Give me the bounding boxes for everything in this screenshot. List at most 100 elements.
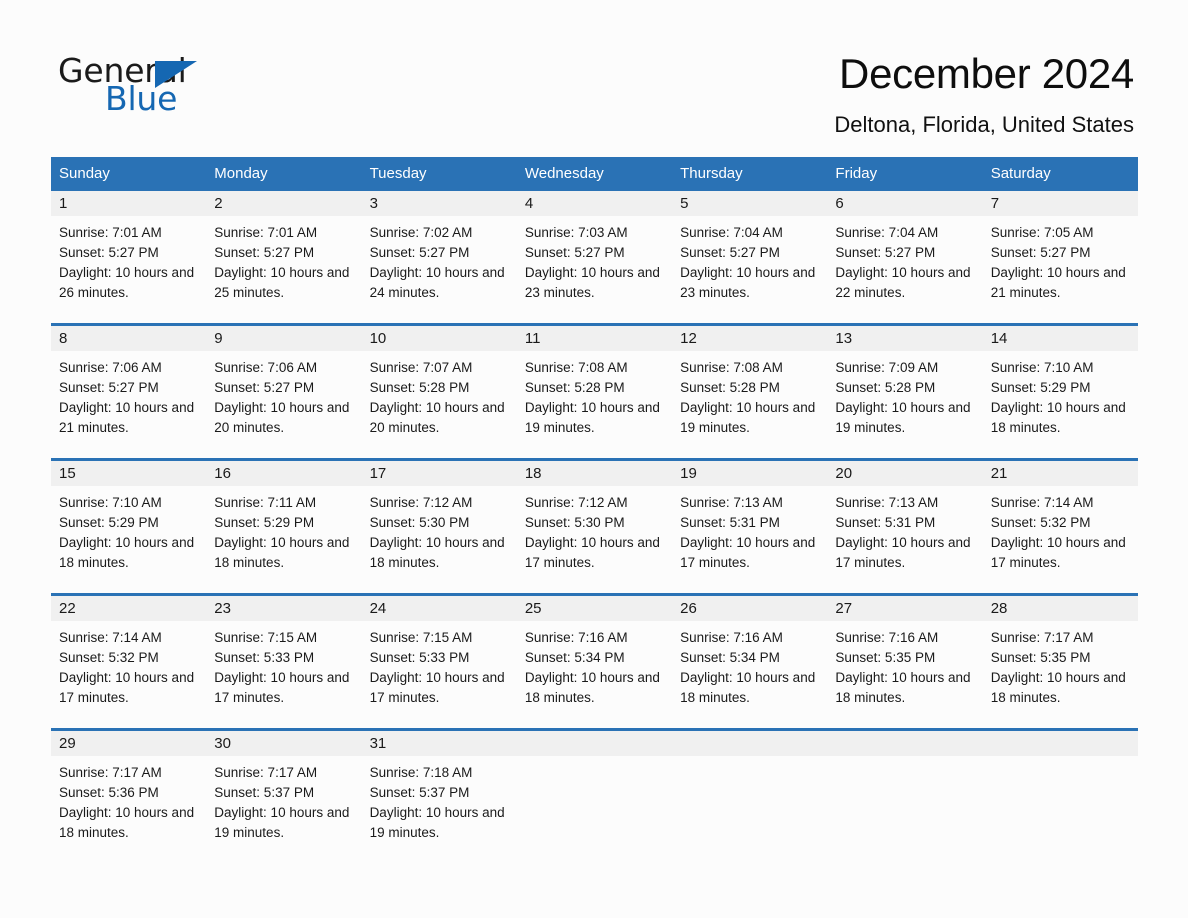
calendar-day-cell[interactable]: 6 Sunrise: 7:04 AM Sunset: 5:27 PM Daylight…	[827, 191, 983, 325]
sunset-text: Sunset: 5:29 PM	[214, 515, 315, 530]
day-number: 27	[827, 596, 983, 621]
calendar-cell-inner: 8 Sunrise: 7:06 AM Sunset: 5:27 PM Daylight…	[51, 326, 207, 458]
day-details: Sunrise: 7:07 AM Sunset: 5:28 PM Daylight:…	[362, 351, 517, 438]
daylight-text: Daylight: 10 hours and 18 minutes.	[214, 535, 350, 570]
day-number: 20	[827, 461, 983, 486]
calendar-day-cell[interactable]: 21 Sunrise: 7:14 AM Sunset: 5:32 PM Dayligh…	[982, 458, 1138, 595]
calendar-day-cell[interactable]: 23 Sunrise: 7:15 AM Sunset: 5:33 PM Dayligh…	[206, 593, 362, 730]
calendar-day-cell[interactable]: 29 Sunrise: 7:17 AM Sunset: 5:36 PM Dayligh…	[51, 728, 207, 863]
calendar-day-cell[interactable]: 13 Sunrise: 7:09 AM Sunset: 5:28 PM Dayligh…	[827, 323, 983, 460]
day-details: Sunrise: 7:17 AM Sunset: 5:35 PM Daylight:…	[983, 621, 1138, 708]
weekday-header-thursday: Thursday	[672, 157, 828, 191]
day-number: 30	[206, 731, 362, 756]
daylight-text: Daylight: 10 hours and 21 minutes.	[59, 400, 195, 435]
sunrise-text: Sunrise: 7:01 AM	[59, 225, 162, 240]
calendar-day-cell[interactable]: 7 Sunrise: 7:05 AM Sunset: 5:27 PM Daylight…	[982, 191, 1138, 325]
daylight-text: Daylight: 10 hours and 18 minutes.	[59, 535, 195, 570]
calendar-day-cell[interactable]: 25 Sunrise: 7:16 AM Sunset: 5:34 PM Dayligh…	[516, 593, 673, 730]
day-details: Sunrise: 7:15 AM Sunset: 5:33 PM Daylight:…	[362, 621, 517, 708]
calendar-day-cell[interactable]: 1 Sunrise: 7:01 AM Sunset: 5:27 PM Daylight…	[51, 191, 207, 325]
day-number: 12	[672, 326, 828, 351]
sunrise-text: Sunrise: 7:08 AM	[524, 360, 628, 375]
calendar-day-cell[interactable]: 3 Sunrise: 7:02 AM Sunset: 5:27 PM Daylight…	[361, 191, 517, 325]
general-blue-logo[interactable]: General Blue	[58, 52, 358, 132]
sunrise-text: Sunrise: 7:16 AM	[835, 630, 939, 645]
sunrise-text: Sunrise: 7:13 AM	[835, 495, 939, 510]
calendar-day-cell[interactable]: 28 Sunrise: 7:17 AM Sunset: 5:35 PM Dayligh…	[982, 593, 1138, 730]
calendar-day-cell[interactable]: 19 Sunrise: 7:13 AM Sunset: 5:31 PM Dayligh…	[672, 458, 828, 595]
day-details: Sunrise: 7:03 AM Sunset: 5:27 PM Daylight:…	[517, 216, 672, 303]
sunrise-text: Sunrise: 7:07 AM	[369, 360, 473, 375]
sunrise-text: Sunrise: 7:17 AM	[214, 765, 318, 780]
calendar-day-cell[interactable]: 8 Sunrise: 7:06 AM Sunset: 5:27 PM Daylight…	[51, 323, 207, 460]
daylight-text: Daylight: 10 hours and 26 minutes.	[59, 265, 195, 300]
calendar-day-cell[interactable]: 27 Sunrise: 7:16 AM Sunset: 5:35 PM Dayligh…	[827, 593, 983, 730]
calendar-day-cell[interactable]: 9 Sunrise: 7:06 AM Sunset: 5:27 PM Daylight…	[206, 323, 362, 460]
calendar-day-cell[interactable]: 12 Sunrise: 7:08 AM Sunset: 5:28 PM Dayligh…	[672, 323, 828, 460]
daylight-text: Daylight: 10 hours and 18 minutes.	[680, 670, 816, 705]
calendar-day-cell[interactable]: 20 Sunrise: 7:13 AM Sunset: 5:31 PM Dayligh…	[827, 458, 983, 595]
day-number: 23	[206, 596, 362, 621]
sunrise-text: Sunrise: 7:08 AM	[680, 360, 783, 375]
weekday-header-friday: Friday	[827, 157, 983, 191]
calendar-cell-inner	[827, 731, 983, 863]
calendar-day-cell[interactable]: 14 Sunrise: 7:10 AM Sunset: 5:29 PM Dayligh…	[982, 323, 1138, 460]
weekday-header-sunday: Sunday	[51, 157, 207, 191]
calendar-day-cell[interactable]: 5 Sunrise: 7:04 AM Sunset: 5:27 PM Daylight…	[672, 191, 828, 325]
calendar-cell-empty	[672, 728, 828, 863]
calendar-day-cell[interactable]: 17 Sunrise: 7:12 AM Sunset: 5:30 PM Dayligh…	[361, 458, 517, 595]
calendar-cell-empty	[516, 728, 673, 863]
calendar-day-cell[interactable]: 4 Sunrise: 7:03 AM Sunset: 5:27 PM Daylight…	[516, 191, 673, 325]
sunset-text: Sunset: 5:27 PM	[524, 245, 625, 260]
calendar-cell-inner: 5 Sunrise: 7:04 AM Sunset: 5:27 PM Daylight…	[672, 191, 828, 323]
calendar-day-cell[interactable]: 24 Sunrise: 7:15 AM Sunset: 5:33 PM Dayligh…	[361, 593, 517, 730]
daylight-text: Daylight: 10 hours and 17 minutes.	[835, 535, 971, 570]
sunset-text: Sunset: 5:27 PM	[835, 245, 936, 260]
calendar-day-cell[interactable]: 15 Sunrise: 7:10 AM Sunset: 5:29 PM Dayligh…	[51, 458, 207, 595]
sunrise-text: Sunrise: 7:05 AM	[990, 225, 1094, 240]
calendar-day-cell[interactable]: 26 Sunrise: 7:16 AM Sunset: 5:34 PM Dayligh…	[672, 593, 828, 730]
calendar-day-cell[interactable]: 30 Sunrise: 7:17 AM Sunset: 5:37 PM Dayligh…	[206, 728, 362, 863]
daylight-text: Daylight: 10 hours and 17 minutes.	[369, 670, 505, 705]
day-details: Sunrise: 7:12 AM Sunset: 5:30 PM Daylight:…	[362, 486, 517, 573]
daylight-text: Daylight: 10 hours and 19 minutes.	[369, 805, 505, 840]
daylight-text: Daylight: 10 hours and 24 minutes.	[369, 265, 505, 300]
daylight-text: Daylight: 10 hours and 18 minutes.	[59, 805, 195, 840]
calendar-day-cell[interactable]: 11 Sunrise: 7:08 AM Sunset: 5:28 PM Dayligh…	[516, 323, 673, 460]
calendar-cell-inner: 6 Sunrise: 7:04 AM Sunset: 5:27 PM Daylight…	[827, 191, 983, 323]
weekday-header-tuesday: Tuesday	[361, 157, 517, 191]
day-details: Sunrise: 7:09 AM Sunset: 5:28 PM Daylight:…	[827, 351, 982, 438]
calendar-day-cell[interactable]: 31 Sunrise: 7:18 AM Sunset: 5:37 PM Dayligh…	[361, 728, 517, 863]
daylight-text: Daylight: 10 hours and 18 minutes.	[524, 670, 660, 705]
calendar-cell-empty	[827, 728, 983, 863]
page-header: General Blue December 2024 Deltona, Flor…	[0, 0, 1188, 152]
calendar-cell-inner: 15 Sunrise: 7:10 AM Sunset: 5:29 PM Dayligh…	[51, 461, 207, 593]
calendar-day-cell[interactable]: 18 Sunrise: 7:12 AM Sunset: 5:30 PM Dayligh…	[516, 458, 673, 595]
sunrise-text: Sunrise: 7:04 AM	[835, 225, 939, 240]
daylight-text: Daylight: 10 hours and 18 minutes.	[369, 535, 505, 570]
day-number	[516, 731, 673, 756]
day-number: 3	[361, 191, 517, 216]
calendar-day-cell[interactable]: 22 Sunrise: 7:14 AM Sunset: 5:32 PM Dayligh…	[51, 593, 207, 730]
day-number: 1	[51, 191, 207, 216]
calendar-week-row: 8 Sunrise: 7:06 AM Sunset: 5:27 PM Daylight…	[51, 323, 1138, 460]
day-number: 9	[206, 326, 362, 351]
sunrise-text: Sunrise: 7:17 AM	[59, 765, 162, 780]
logo-text-blue: Blue	[105, 79, 178, 118]
page-title: December 2024	[839, 50, 1134, 97]
calendar-day-cell[interactable]: 16 Sunrise: 7:11 AM Sunset: 5:29 PM Dayligh…	[206, 458, 362, 595]
calendar-day-cell[interactable]: 2 Sunrise: 7:01 AM Sunset: 5:27 PM Daylight…	[206, 191, 362, 325]
day-number: 5	[672, 191, 828, 216]
calendar-day-cell[interactable]: 10 Sunrise: 7:07 AM Sunset: 5:28 PM Dayligh…	[361, 323, 517, 460]
weekday-header-saturday: Saturday	[982, 157, 1138, 191]
sunrise-text: Sunrise: 7:16 AM	[680, 630, 783, 645]
calendar-week-row: 29 Sunrise: 7:17 AM Sunset: 5:36 PM Dayligh…	[51, 728, 1138, 863]
sunrise-text: Sunrise: 7:14 AM	[990, 495, 1094, 510]
calendar-cell-inner: 25 Sunrise: 7:16 AM Sunset: 5:34 PM Dayligh…	[516, 596, 673, 728]
sunrise-text: Sunrise: 7:15 AM	[214, 630, 318, 645]
daylight-text: Daylight: 10 hours and 17 minutes.	[214, 670, 350, 705]
sunset-text: Sunset: 5:27 PM	[990, 245, 1091, 260]
sunset-text: Sunset: 5:28 PM	[524, 380, 625, 395]
calendar-cell-inner: 12 Sunrise: 7:08 AM Sunset: 5:28 PM Dayligh…	[672, 326, 828, 458]
day-number: 17	[361, 461, 517, 486]
